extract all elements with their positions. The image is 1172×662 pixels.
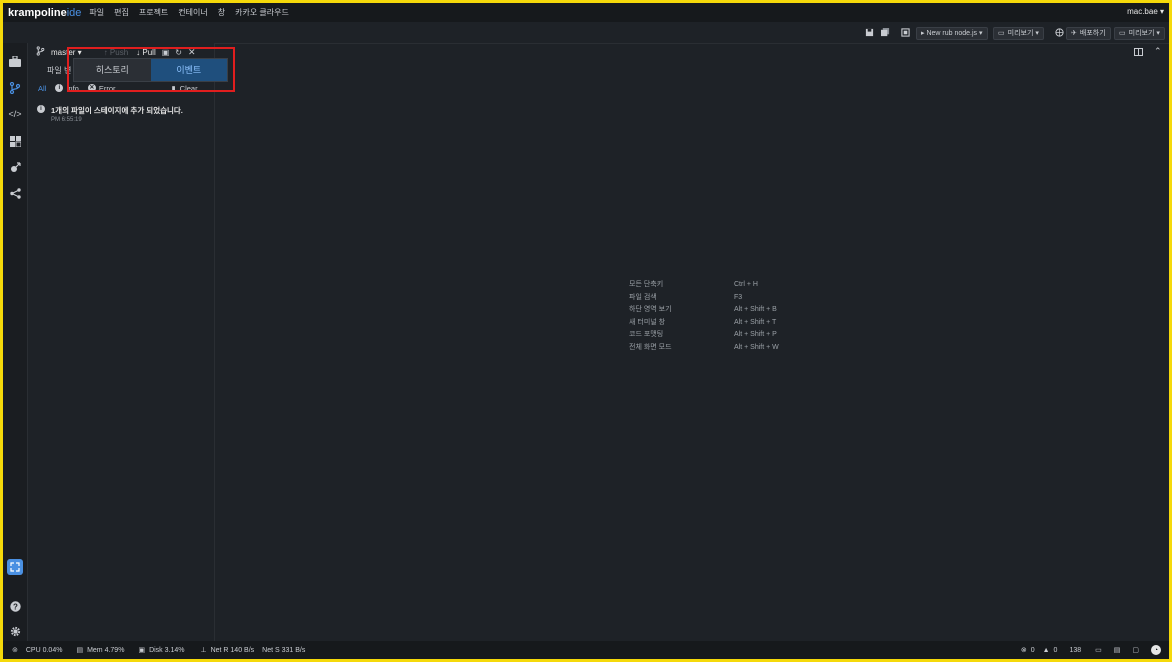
rocket-icon[interactable] [7, 159, 23, 175]
branch-selector[interactable]: master ▾ [51, 48, 82, 57]
error-icon: ⊗ [1020, 647, 1027, 654]
status-bar: ⊚ CPU 0.04% ▤ Mem 4.79% ▣ Disk 3.14% ⊥ Net … [3, 641, 1169, 659]
shortcut-name: 파일 검색 [629, 293, 657, 301]
extensions-icon[interactable] [7, 133, 23, 149]
globe-icon[interactable] [1055, 27, 1064, 38]
git-branch-icon[interactable] [7, 80, 23, 96]
shortcut-keys: Ctrl + H [734, 281, 758, 288]
chat-icon[interactable]: ▤ [1114, 646, 1121, 654]
shortcut-row: 하단 영역 보기 Alt + Shift + B [629, 304, 809, 317]
git-branch-icon [36, 46, 45, 58]
help-icon[interactable]: ? [7, 598, 23, 614]
shortcut-name: 전체 화면 모드 [629, 343, 672, 351]
disk-icon: ▣ [138, 647, 146, 654]
menu-kakao-cloud[interactable]: 카카오 클라우드 [235, 7, 289, 18]
shortcut-keys: F3 [734, 293, 743, 301]
shortcut-name: 새 터미널 창 [629, 318, 666, 326]
trash-icon: ▮ [171, 83, 176, 93]
shortcut-row: 전체 화면 모드 Alt + Shift + W [629, 342, 809, 355]
network-icon: ⊥ [200, 647, 207, 654]
net-status: ⊥ Net R 140 B/s [200, 646, 255, 655]
panel-icon[interactable]: ▢ [1132, 646, 1139, 654]
error-count[interactable]: ⊗ 0 [1020, 646, 1035, 655]
terminal-icon[interactable]: ▭ [1095, 646, 1102, 654]
menu-bar: krampolineide 파일 편집 프로젝트 컨테이너 창 카카오 클라우드… [3, 3, 1169, 22]
run-button[interactable]: ▸ New rub node.js ▾ [916, 27, 988, 40]
memory-icon: ▤ [76, 647, 84, 654]
info-icon: i [37, 105, 45, 113]
shortcut-keys: Alt + Shift + W [734, 343, 779, 351]
error-icon: ✕ [87, 84, 96, 92]
warning-icon: ▲ [1042, 646, 1050, 654]
filter-info[interactable]: Info [66, 84, 79, 93]
shortcut-keys: Alt + Shift + B [734, 306, 777, 313]
tab-event[interactable]: 이벤트 [150, 59, 227, 81]
shortcut-name: 모든 단축키 [629, 281, 664, 288]
svg-text:?: ? [13, 602, 18, 611]
shortcut-row: 새 터미널 창 Alt + Shift + T [629, 317, 809, 330]
menu-edit[interactable]: 편집 [114, 7, 129, 18]
disk-status: ▣ Disk 3.14% [138, 646, 185, 655]
info-icon: i [55, 84, 64, 92]
deploy-button[interactable]: ✈ 배포하기 [1066, 27, 1111, 40]
preview-dropdown-2[interactable]: ▭ 미리보기 ▾ [1114, 27, 1165, 40]
rocket-icon: ✈ [1071, 30, 1077, 37]
cpu-status: CPU 0.04% [25, 646, 63, 654]
files-changed-tab[interactable]: 파일 변 [47, 65, 71, 76]
pull-button[interactable]: ↓ Pull [136, 48, 156, 57]
menu-file[interactable]: 파일 [89, 7, 104, 18]
menu-window[interactable]: 창 [218, 7, 225, 18]
tab-history[interactable]: 히스토리 [74, 59, 151, 81]
close-icon[interactable]: ✕ [188, 47, 196, 58]
shortcut-keys: Alt + Shift + T [734, 318, 777, 326]
shortcut-name: 코드 포맷팅 [629, 331, 664, 338]
app-logo[interactable]: krampolineide [8, 7, 81, 19]
menu-project[interactable]: 프로젝트 [139, 7, 168, 18]
ide-window: krampolineide 파일 편집 프로젝트 컨테이너 창 카카오 클라우드… [3, 3, 1169, 659]
layout-icon[interactable] [1134, 48, 1143, 58]
monitor-icon: ▭ [1119, 30, 1126, 37]
shortcut-row: 코드 포맷팅 Alt + Shift + P [629, 329, 809, 342]
history-event-popover: 히스토리 이벤트 [73, 58, 228, 82]
event-filter-bar: All i Info ✕ Error ▮ Clear [28, 81, 214, 95]
code-icon[interactable]: </> [7, 106, 23, 122]
mem-status: ▤ Mem 4.79% [76, 646, 125, 655]
git-panel: master ▾ ↑ Push ↓ Pull ▣ ↻ ✕ 파일 변 All i … [28, 43, 215, 641]
gear-icon[interactable] [7, 623, 23, 639]
activity-bar: </> ? [3, 43, 28, 641]
save-all-icon[interactable] [881, 27, 890, 38]
net-send-status: Net S 331 B/s [262, 646, 306, 654]
stash-icon[interactable]: ▣ [162, 48, 170, 57]
share-icon[interactable] [7, 185, 23, 201]
monitor-icon: ▭ [998, 30, 1005, 37]
shortcut-name: 하단 영역 보기 [629, 306, 672, 313]
filter-all[interactable]: All [38, 84, 46, 93]
sync-icon[interactable]: ◔ [1151, 645, 1161, 655]
settings-status-icon[interactable]: ⊚ [12, 646, 18, 654]
shortcut-list: 모든 단축키 Ctrl + H 파일 검색 F3 하단 영역 보기 Alt + Shi… [629, 279, 809, 354]
refresh-icon[interactable]: ↻ [175, 48, 182, 57]
event-time: PM 6:55:19 [51, 117, 82, 123]
chevron-up-icon[interactable]: ⌃ [1154, 46, 1162, 57]
save-icon[interactable] [865, 27, 874, 38]
menu-container[interactable]: 컨테이너 [178, 7, 207, 18]
event-list-item: i 1개의 파일이 스테이지에 추가 되었습니다. PM 6:55:19 [28, 102, 214, 132]
briefcase-icon[interactable] [7, 53, 23, 69]
warning-count[interactable]: ▲ 0 [1043, 647, 1058, 654]
expand-icon[interactable] [7, 559, 23, 575]
event-message: 1개의 파일이 스테이지에 추가 되었습니다. [51, 106, 183, 115]
toolbar: ▸ New rub node.js ▾ ▭ 미리보기 ▾ ✈ 배포하기 ▭ 미리보기 … [3, 22, 1169, 44]
filter-error[interactable]: Error [99, 84, 116, 93]
line-info[interactable]: 138 [1069, 647, 1081, 654]
shortcut-keys: Alt + Shift + P [734, 331, 777, 338]
shortcut-row: 모든 단축키 Ctrl + H [629, 279, 809, 292]
build-icon[interactable] [901, 27, 910, 38]
push-button[interactable]: ↑ Push [104, 48, 128, 57]
shortcut-row: 파일 검색 F3 [629, 292, 809, 305]
preview-dropdown[interactable]: ▭ 미리보기 ▾ [993, 27, 1044, 40]
user-menu[interactable]: mac.bae ▾ [1127, 7, 1164, 16]
clear-button[interactable]: Clear [180, 84, 198, 93]
